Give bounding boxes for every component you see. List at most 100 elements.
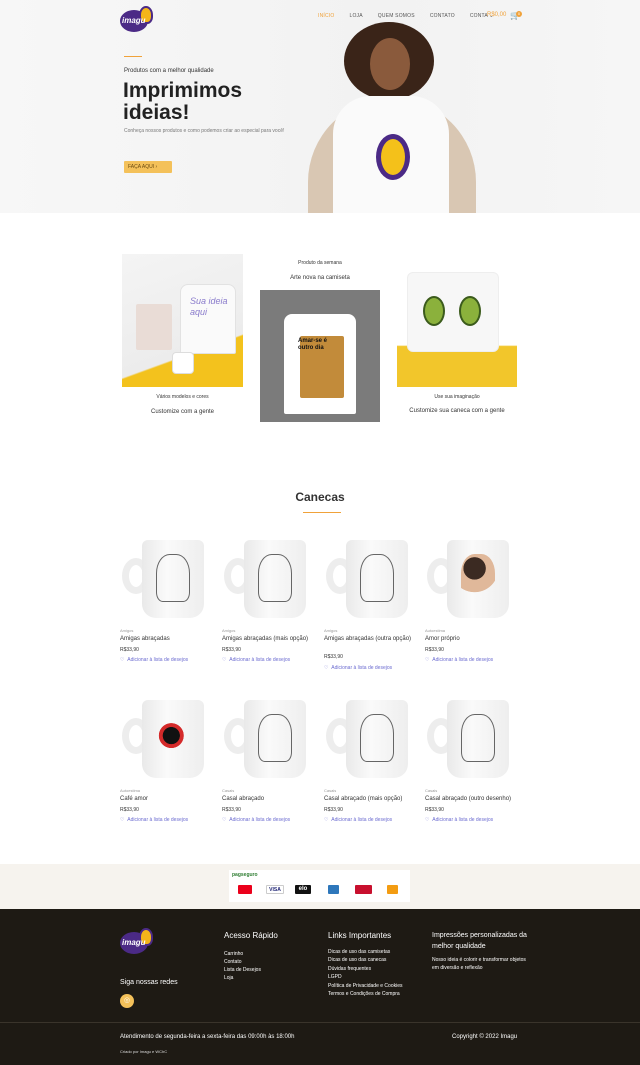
important-links-title: Links Importantes: [328, 931, 392, 940]
product-image[interactable]: [425, 530, 520, 625]
promo-center-caption: Produto da semana: [298, 260, 342, 266]
product-name[interactable]: Café amor: [120, 795, 218, 803]
footer-important-link[interactable]: Termos e Condições de Compra: [328, 990, 400, 998]
hero-cta-button[interactable]: FAÇA AQUI ›: [124, 161, 172, 173]
product-price: R$33,90: [120, 807, 139, 813]
credits: Criado por Imagu e WChC: [120, 1049, 168, 1054]
about-title: Impressões personalizadas da melhor qual…: [432, 932, 527, 950]
hero-model-face: [370, 38, 410, 90]
hipercard-icon: [355, 885, 372, 894]
cart-count-badge: 0: [516, 11, 522, 17]
promo-right-title[interactable]: Customize sua caneca com a gente: [397, 408, 517, 414]
hero-title: Imprimimos ideias!: [123, 79, 243, 124]
product-category[interactable]: Amigos: [120, 628, 133, 633]
footer-important-link[interactable]: Dicas de uso das canecas: [328, 956, 386, 964]
product-category[interactable]: Casais: [324, 788, 336, 793]
add-to-wishlist-link[interactable]: ♡ Adicionar à lista de desejos: [425, 657, 493, 663]
heart-icon: ♡: [324, 817, 329, 823]
product-name[interactable]: Casal abraçado (outro desenho): [425, 795, 523, 803]
heart-icon: ♡: [425, 657, 430, 663]
catalog-title-underline: [303, 512, 341, 513]
product-category[interactable]: Amigos: [324, 628, 337, 633]
product-name[interactable]: Amigas abraçadas: [120, 635, 218, 643]
service-hours: Atendimento de segunda-feira a sexta-fei…: [120, 1034, 295, 1040]
about-text: Nosso ideia é colorir e transformar obje…: [432, 957, 526, 971]
mastercard-icon: [238, 885, 252, 894]
add-to-wishlist-link[interactable]: ♡ Adicionar à lista de desejos: [324, 817, 392, 823]
product-category[interactable]: Autoestima: [425, 628, 445, 633]
footer-important-link[interactable]: Dicas de uso das camisetas: [328, 948, 390, 956]
product-category[interactable]: Casais: [222, 788, 234, 793]
add-to-wishlist-link[interactable]: ♡ Adicionar à lista de desejos: [120, 817, 188, 823]
main-nav: INÍCIO LOJA QUEM SOMOS CONTATO CONTA ⌄: [318, 13, 509, 23]
bag-print-text: Sua ideia aqui: [190, 296, 228, 317]
nav-item-contato[interactable]: CONTATO: [430, 13, 455, 23]
promo-tile-bags[interactable]: Sua ideia aqui: [122, 254, 243, 387]
social-title: Siga nossas redes: [120, 979, 178, 986]
copyright: Copyright © 2022 Imagu: [452, 1034, 518, 1040]
product-image[interactable]: [324, 690, 419, 785]
product-image[interactable]: [120, 690, 215, 785]
product-category[interactable]: Amigos: [222, 628, 235, 633]
promo-tile-shirt[interactable]: Amar-se é outro dia: [260, 290, 380, 422]
heart-icon: ♡: [222, 817, 227, 823]
elo-icon: elo: [295, 885, 311, 894]
heart-icon: ♡: [222, 657, 227, 663]
footer-important-link[interactable]: LGPD: [328, 973, 342, 981]
add-to-wishlist-link[interactable]: ♡ Adicionar à lista de desejos: [425, 817, 493, 823]
product-price: R$33,90: [324, 654, 343, 660]
product-name[interactable]: Amigas abraçadas (outra opção): [324, 635, 422, 643]
product-image[interactable]: [222, 530, 317, 625]
footer-divider: [0, 1022, 640, 1023]
amex-icon: [328, 885, 339, 894]
product-image[interactable]: [324, 530, 419, 625]
footer-quick-link[interactable]: Carrinho: [224, 950, 243, 958]
diners-icon: [387, 885, 398, 894]
product-name[interactable]: Amor próprio: [425, 635, 523, 643]
heart-icon: ♡: [120, 657, 125, 663]
quick-access-title: Acesso Rápido: [224, 931, 278, 940]
hero-subtitle: Produtos com a melhor qualidade: [124, 68, 214, 74]
product-price: R$33,90: [425, 647, 444, 653]
product-price: R$33,90: [222, 647, 241, 653]
promo-tile-mug[interactable]: [397, 256, 517, 387]
product-image[interactable]: [425, 690, 520, 785]
product-category[interactable]: Autoestima: [120, 788, 140, 793]
promo-center-title[interactable]: Arte nova na camiseta: [260, 275, 380, 281]
product-image[interactable]: [120, 530, 215, 625]
product-image[interactable]: [222, 690, 317, 785]
product-price: R$33,90: [425, 807, 444, 813]
add-to-wishlist-link[interactable]: ♡ Adicionar à lista de desejos: [324, 665, 392, 671]
heart-icon: ♡: [324, 665, 329, 671]
shirt-bulb-logo-icon: [376, 134, 410, 180]
heart-icon: ♡: [120, 817, 125, 823]
product-name[interactable]: Casal abraçado (mais opção): [324, 795, 422, 803]
product-price: R$33,90: [324, 807, 343, 813]
footer-quick-link[interactable]: Loja: [224, 974, 233, 982]
promo-left-caption: Vários modelos e cores: [156, 394, 209, 400]
nav-item-inicio[interactable]: INÍCIO: [318, 13, 334, 23]
footer-logo[interactable]: imagu: [120, 928, 154, 956]
add-to-wishlist-link[interactable]: ♡ Adicionar à lista de desejos: [120, 657, 188, 663]
product-price: R$33,90: [120, 647, 139, 653]
instagram-icon[interactable]: ◎: [120, 994, 134, 1008]
catalog-title: Canecas: [295, 490, 345, 504]
cart-total[interactable]: R$0,00: [487, 12, 506, 18]
footer-quick-link[interactable]: Contato: [224, 958, 242, 966]
footer-quick-link[interactable]: Lista de Desejos: [224, 966, 261, 974]
product-name[interactable]: Casal abraçado: [222, 795, 320, 803]
footer-important-link[interactable]: Dúvidas frequentes: [328, 965, 371, 973]
site-footer: [0, 909, 640, 1065]
footer-important-link[interactable]: Política de Privacidade e Cookies: [328, 982, 403, 990]
site-logo[interactable]: imagu: [120, 6, 154, 34]
heart-icon: ♡: [425, 817, 430, 823]
visa-icon: VISA: [266, 885, 284, 894]
product-price: R$33,90: [222, 807, 241, 813]
add-to-wishlist-link[interactable]: ♡ Adicionar à lista de desejos: [222, 657, 290, 663]
nav-item-loja[interactable]: LOJA: [349, 13, 362, 23]
product-category[interactable]: Casais: [425, 788, 437, 793]
add-to-wishlist-link[interactable]: ♡ Adicionar à lista de desejos: [222, 817, 290, 823]
promo-left-title[interactable]: Customize com a gente: [122, 409, 243, 415]
product-name[interactable]: Amigas abraçadas (mais opção): [222, 635, 320, 643]
hero-description: Conheça nossos produtos e como podemos c…: [124, 128, 285, 134]
